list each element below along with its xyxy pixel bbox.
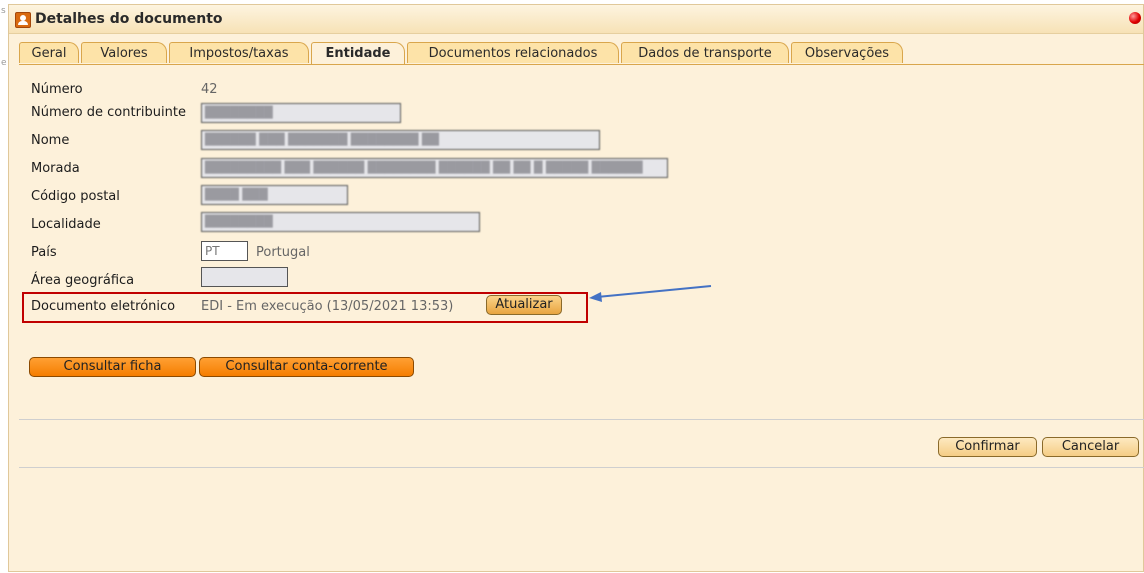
left-gutter: s e (0, 0, 8, 573)
consultar-conta-corrente-button[interactable]: Consultar conta-corrente (199, 357, 414, 377)
document-details-window: Detalhes do documento Geral Valores Impo… (8, 4, 1144, 572)
confirmar-button[interactable]: Confirmar (938, 437, 1037, 457)
cancelar-button[interactable]: Cancelar (1042, 437, 1139, 457)
annotation-arrow (589, 285, 712, 302)
footer-divider (19, 467, 1144, 468)
consultar-ficha-button[interactable]: Consultar ficha (29, 357, 196, 377)
gutter-mark: e (1, 58, 7, 68)
gutter-mark: s (1, 6, 6, 16)
